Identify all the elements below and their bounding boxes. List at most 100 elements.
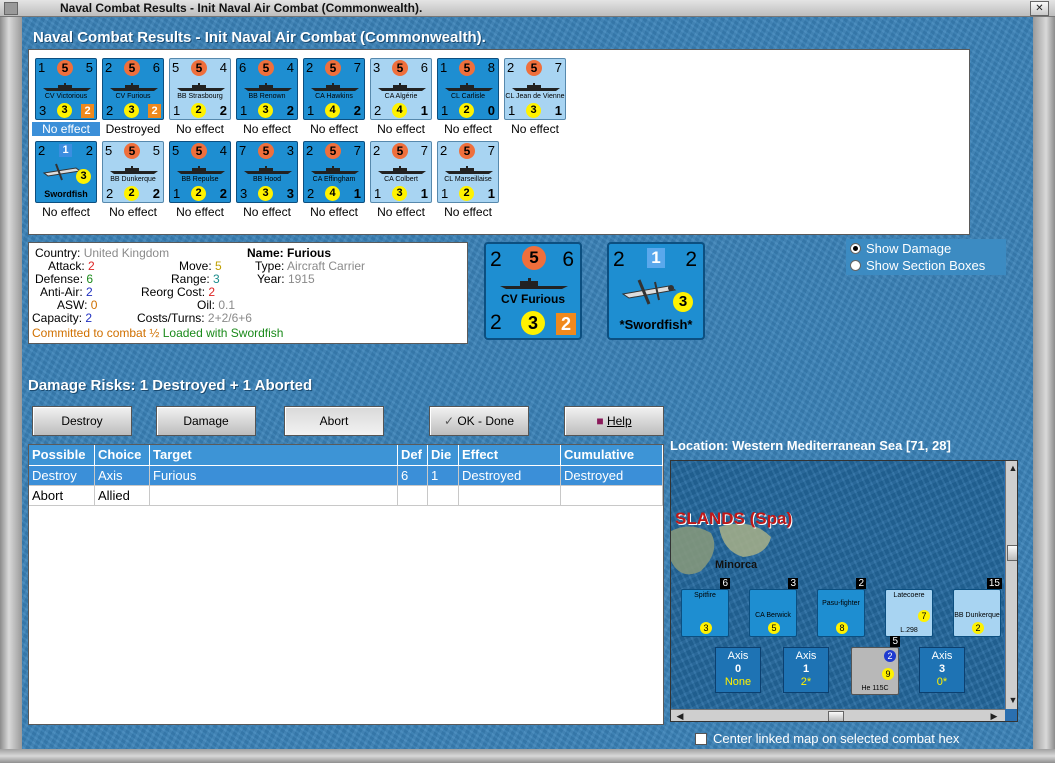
unit-aa: 1 [173,103,181,118]
table-row[interactable]: Abort Allied [29,486,663,507]
unit-counter[interactable]: 2 5 7 CL Jean de Vienne 1 3 1 [504,58,566,120]
unit-counter[interactable]: 1 5 5 CV Victorious 3 3 2 [35,58,97,120]
map-unit-ca-berwick[interactable]: 3 CA Berwick 5 [749,578,798,637]
selected-air-counter[interactable]: 2 1 2 3 *Swordfish* [607,242,705,340]
type-value: Aircraft Carrier [287,259,366,273]
map-unit-he115[interactable]: 5 2 9 He 115C [851,636,900,695]
scroll-up-icon[interactable]: ▲ [1006,463,1017,473]
antiair-label: Anti-Air: [40,285,83,299]
col-choice[interactable]: Choice [95,445,150,465]
unit-name: Swordfish [44,189,88,199]
unit-result-label: No effect [42,205,90,219]
col-effect[interactable]: Effect [459,445,561,465]
unit-counter[interactable]: 2 5 7 CA Hawkins 1 4 2 [303,58,365,120]
scroll-left-icon[interactable]: ◀ [673,711,687,721]
unit-name: Latecoere [893,592,925,599]
unit-defense: 7 [487,143,495,158]
loaded-text: Loaded with Swordfish [162,326,284,340]
col-cumulative[interactable]: Cumulative [561,445,663,465]
unit-counter[interactable]: 5 5 4 BB Repulse 1 2 2 [169,141,231,203]
linked-map[interactable]: SLANDS (Spa) Minorca 6 Spitfire 3 3 CA B… [670,460,1018,722]
unit-name: CV Furious [115,93,151,100]
cell [561,486,663,506]
unit-orange-circle: 5 [124,143,140,159]
unit-aa: 3 [240,186,248,201]
unit-label2: L.298 [900,627,918,634]
map-unit-pasu-fighter[interactable]: 2 Pasu-fighter 8 [817,578,866,637]
abort-button[interactable]: Abort [284,406,384,436]
ship-silhouette-icon [512,83,560,91]
unit-counter[interactable]: 2 5 7 CA Effingham 2 4 1 [303,141,365,203]
selected-ship-counter[interactable]: 2 5 6 CV Furious 2 3 2 [484,242,582,340]
unit-defense: 7 [353,143,361,158]
unit-result-label: No effect [377,205,425,219]
system-menu-icon[interactable] [4,2,18,15]
unit-counter[interactable]: 2 5 7 CA Colbert 1 3 1 [370,141,432,203]
unit-orange-circle: 5 [124,60,140,76]
yellow-value: 7 [918,610,930,622]
unit-counter[interactable]: 1 5 8 CL Carlisle 1 2 0 [437,58,499,120]
axis-sub: 0* [936,676,948,688]
unit-counter[interactable]: 2 1 2 3 Swordfish [35,141,97,203]
air-attack: 2 [613,248,625,271]
map-unit-bb-dunkerque[interactable]: 15 BB Dunkerque 2 [953,578,1002,637]
unit-yellow-circle: 3 [258,186,273,201]
unit-yellow-circle: 4 [325,186,340,201]
ship-aa: 2 [490,311,502,334]
map-horizontal-scrollbar[interactable]: ◀ ▶ [671,709,1005,721]
scroll-right-icon[interactable]: ▶ [987,711,1001,721]
ship-silhouette-icon [311,166,359,174]
ok-done-button[interactable]: ✓ OK - Done [429,406,529,436]
show-damage-label: Show Damage [866,241,952,256]
show-damage-option[interactable]: Show Damage [850,241,951,256]
axis-box[interactable]: Axis 3 0* [919,647,965,693]
unit-value: 2 [219,103,227,118]
stack-badge: 2 [856,578,866,589]
map-unit-spitfire[interactable]: 6 Spitfire 3 [681,578,730,637]
center-linked-checkbox[interactable]: Center linked map on selected combat hex [695,731,959,746]
unit-name: CL Jean de Vienne [505,93,565,100]
col-def[interactable]: Def [398,445,428,465]
destroy-button[interactable]: Destroy [32,406,132,436]
close-icon[interactable]: ✕ [1030,1,1049,16]
show-section-boxes-option[interactable]: Show Section Boxes [850,258,985,273]
damage-button[interactable]: Damage [156,406,256,436]
unit-orange-circle: 5 [392,60,408,76]
unit-orange-circle: 5 [459,143,475,159]
col-die[interactable]: Die [428,445,459,465]
help-button[interactable]: ■ Help [564,406,664,436]
unit-value: 2 [353,103,361,118]
unit-counter[interactable]: 5 5 5 BB Dunkerque 2 2 2 [102,141,164,203]
unit-info-panel: Country: United Kingdom Attack: 2 Defens… [28,242,468,344]
unit-counter[interactable]: 5 5 4 BB Strasbourg 1 2 2 [169,58,231,120]
vertical-scroll-thumb[interactable] [1007,545,1017,561]
axis-box[interactable]: Axis 0 None [715,647,761,693]
table-row[interactable]: Destroy Axis Furious 6 1 Destroyed Destr… [29,466,663,486]
unit-counter[interactable]: 3 5 6 CA Algérie 2 4 1 [370,58,432,120]
unit-counter[interactable]: 6 5 4 BB Renown 1 3 2 [236,58,298,120]
col-target[interactable]: Target [150,445,398,465]
attack-label: Attack: [48,259,85,273]
unit-name: BB Renown [248,93,286,100]
col-possible[interactable]: Possible [29,445,95,465]
unit-attack: 5 [172,143,180,158]
map-unit-latecoere[interactable]: Latecoere 7 L.298 [885,589,933,637]
unit-counter[interactable]: 2 5 6 CV Furious 2 3 2 [102,58,164,120]
ship-silhouette-icon [244,166,292,174]
unit-name: CA Algérie [384,93,418,100]
scroll-down-icon[interactable]: ▼ [1006,695,1017,705]
capacity-label: Capacity: [32,311,83,325]
unit-counter[interactable]: 7 5 3 BB Hood 3 3 3 [236,141,298,203]
unit-counter[interactable]: 2 5 7 CL Marseillaise 1 2 1 [437,141,499,203]
unit-value: 0 [487,103,495,118]
unit-orange-square: 2 [148,104,161,118]
unit-aa: 2 [374,103,382,118]
stack-badge: 5 [890,636,900,647]
axis-box[interactable]: Axis 1 2* [783,647,829,693]
check-icon: ✓ [443,414,458,428]
horizontal-scroll-thumb[interactable] [828,711,844,721]
unit-defense: 7 [353,60,361,75]
map-vertical-scrollbar[interactable]: ▲ ▼ [1005,461,1017,709]
display-options: Show Damage Show Section Boxes [846,239,1006,275]
unit-aa: 1 [240,103,248,118]
